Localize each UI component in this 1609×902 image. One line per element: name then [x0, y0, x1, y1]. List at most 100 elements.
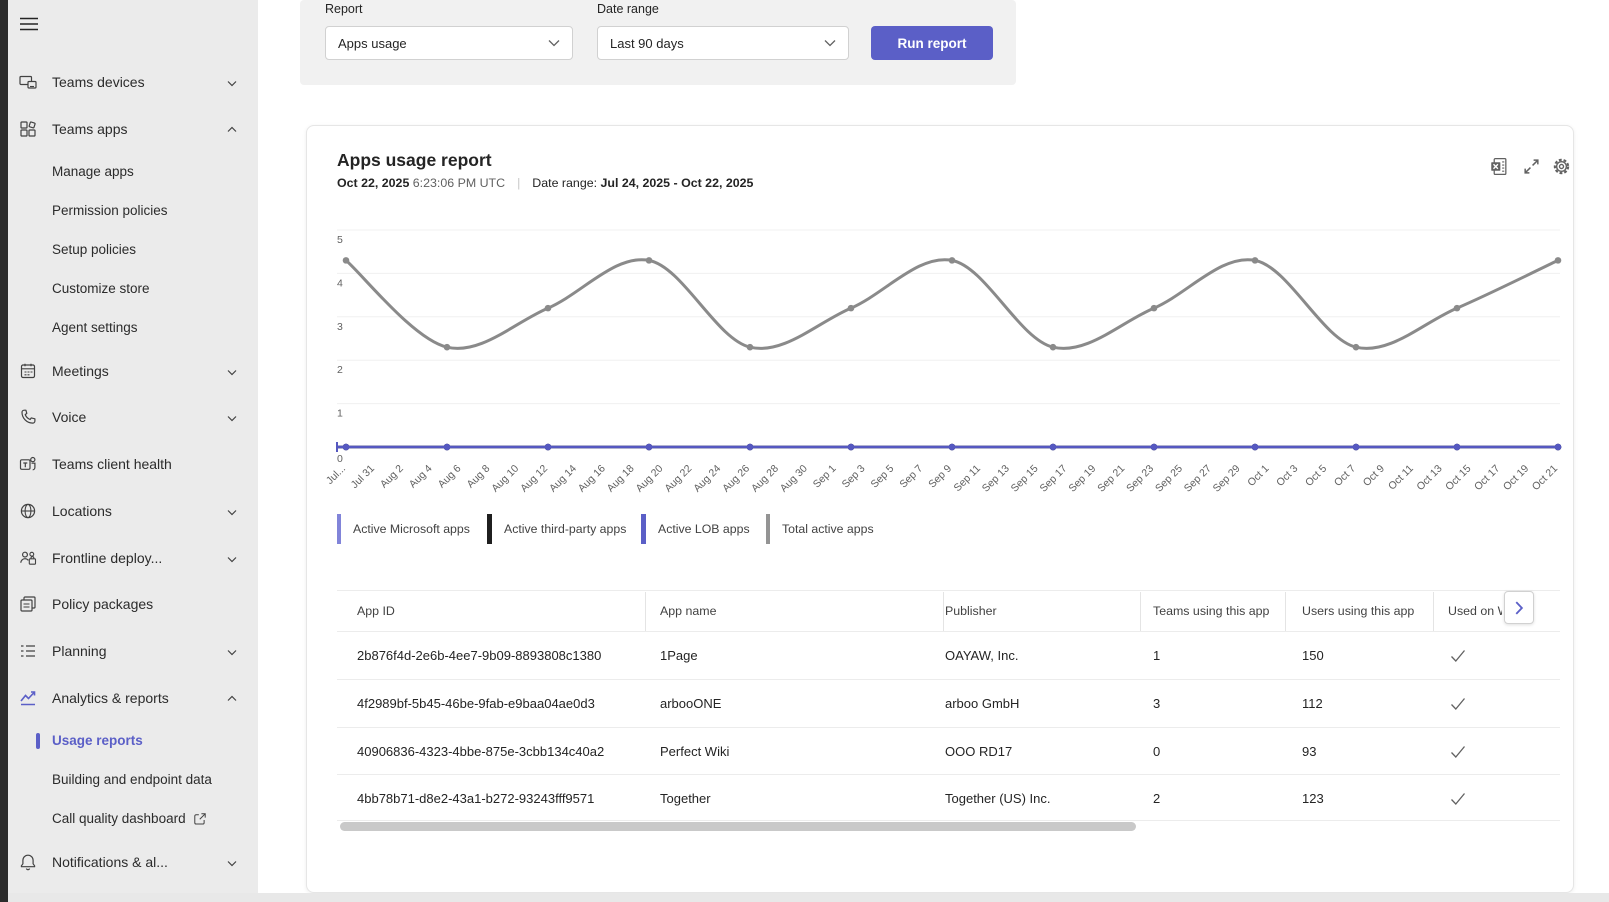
svg-text:Oct 1: Oct 1 [1245, 463, 1271, 489]
svg-text:Sep 21: Sep 21 [1095, 463, 1127, 495]
column-header-publisher[interactable]: Publisher [945, 592, 997, 631]
chevron-up-icon [226, 692, 238, 704]
sidebar-item-locations[interactable]: Locations [8, 491, 258, 531]
legend-item-active-lob-apps[interactable]: Active LOB apps [641, 514, 750, 544]
column-header-users-using[interactable]: Users using this app [1302, 592, 1414, 631]
sidebar-item-label: Teams devices [52, 74, 145, 90]
table-border [337, 820, 1560, 821]
table-border [337, 590, 1560, 591]
sidebar-item-building-endpoint-data[interactable]: Building and endpoint data [8, 760, 258, 799]
run-report-button[interactable]: Run report [871, 26, 993, 60]
legend-marker [641, 514, 646, 544]
expand-button[interactable] [1522, 157, 1541, 176]
sidebar-item-planning[interactable]: Planning [8, 631, 258, 671]
sidebar-item-analytics-reports[interactable]: Analytics & reports [8, 678, 258, 718]
chevron-down-icon [226, 76, 238, 88]
chevron-down-icon [226, 411, 238, 423]
sidebar-item-teams-devices[interactable]: Teams devices [8, 62, 258, 102]
sidebar-item-policy-packages[interactable]: Policy packages [8, 584, 258, 624]
phone-icon [19, 408, 37, 426]
sidebar-item-meetings[interactable]: Meetings [8, 351, 258, 391]
hamburger-menu-button[interactable] [19, 14, 39, 34]
legend-item-active-third-party-apps[interactable]: Active third-party apps [487, 514, 626, 544]
report-meta: Oct 22, 2025 6:23:06 PM UTC | Date range… [337, 176, 753, 190]
sidebar-item-voice[interactable]: Voice [8, 397, 258, 437]
usage-chart: 012345Jul... Jul 31 Aug 2 Aug 4 Aug 6 Aug 8Au… [324, 229, 1562, 495]
checkmark-icon [1450, 649, 1466, 668]
expand-icon [1524, 159, 1539, 174]
svg-text:Sep 1: Sep 1 [811, 463, 839, 491]
report-select[interactable]: Apps usage [325, 26, 573, 60]
sidebar-item-notifications[interactable]: Notifications & al... [8, 842, 258, 882]
svg-text:Aug 14: Aug 14 [547, 463, 579, 495]
sidebar-item-manage-apps[interactable]: Manage apps [8, 152, 258, 191]
sidebar-item-customize-store[interactable]: Customize store [8, 269, 258, 308]
column-header-teams-using[interactable]: Teams using this app [1153, 592, 1269, 631]
svg-text:Sep 27: Sep 27 [1182, 463, 1214, 495]
sidebar-item-permission-policies[interactable]: Permission policies [8, 191, 258, 230]
date-range-field-label: Date range [597, 2, 659, 16]
svg-text:Aug 20: Aug 20 [634, 463, 666, 495]
svg-text:1: 1 [337, 408, 343, 420]
chevron-down-icon [226, 365, 238, 377]
svg-text:Aug 28: Aug 28 [749, 463, 781, 495]
table-row[interactable]: 4f2989bf-5b45-46be-9fab-e9baa04ae0d3 arb… [337, 680, 1560, 727]
svg-text:Oct 15: Oct 15 [1443, 463, 1473, 493]
svg-text:Aug 24: Aug 24 [691, 463, 723, 495]
generated-time: 6:23:06 PM UTC [409, 176, 506, 190]
bottom-band [8, 893, 1609, 902]
svg-text:Sep 29: Sep 29 [1211, 463, 1243, 495]
svg-text:Aug 26: Aug 26 [720, 463, 752, 495]
svg-text:Aug 22: Aug 22 [662, 463, 694, 495]
list-icon [19, 642, 37, 660]
table-row[interactable]: 2b876f4d-2e6b-4ee7-9b09-8893808c1380 1Pa… [337, 632, 1560, 679]
excel-export-button[interactable] [1490, 157, 1509, 176]
hamburger-icon [20, 17, 38, 31]
sidebar-item-frontline-deployment[interactable]: Frontline deploy... [8, 538, 258, 578]
chevron-down-icon [226, 856, 238, 868]
svg-text:3: 3 [337, 321, 343, 333]
date-range-select[interactable]: Last 90 days [597, 26, 849, 60]
svg-text:Oct 7: Oct 7 [1332, 463, 1358, 489]
chevron-up-icon [226, 123, 238, 135]
table-row[interactable]: 4bb78b71-d8e2-43a1-b272-93243fff9571 Tog… [337, 775, 1560, 822]
column-header-app-name[interactable]: App name [660, 592, 716, 631]
settings-button[interactable] [1552, 157, 1571, 176]
chevron-down-icon [226, 552, 238, 564]
chevron-down-icon [226, 505, 238, 517]
sidebar-item-label: Teams apps [52, 121, 128, 137]
svg-text:Oct 9: Oct 9 [1361, 463, 1387, 489]
svg-text:Sep 9: Sep 9 [926, 463, 954, 491]
column-divider [1140, 592, 1141, 631]
sidebar-item-usage-reports[interactable]: Usage reports [8, 721, 258, 760]
svg-text:Sep 7: Sep 7 [897, 463, 925, 491]
sidebar-item-teams-apps[interactable]: Teams apps [8, 109, 258, 149]
sidebar-item-agent-settings[interactable]: Agent settings [8, 308, 258, 347]
devices-icon [19, 73, 37, 91]
left-rail [0, 0, 8, 902]
scroll-columns-right-button[interactable] [1504, 591, 1534, 624]
external-link-icon [193, 812, 207, 826]
report-title: Apps usage report [337, 150, 492, 170]
table-row[interactable]: 40906836-4323-4bbe-875e-3cbb134c40a2 Per… [337, 728, 1560, 775]
svg-text:Oct 11: Oct 11 [1386, 463, 1416, 493]
column-header-app-id[interactable]: App ID [357, 592, 395, 631]
teams-icon [19, 455, 37, 473]
svg-text:Aug 16: Aug 16 [576, 463, 608, 495]
legend-item-total-active-apps[interactable]: Total active apps [766, 514, 874, 544]
column-divider [645, 592, 646, 631]
legend-item-active-microsoft-apps[interactable]: Active Microsoft apps [337, 514, 470, 544]
apps-icon [19, 120, 37, 138]
sidebar-item-teams-client-health[interactable]: Teams client health [8, 444, 258, 484]
sidebar-item-call-quality-dashboard[interactable]: Call quality dashboard [8, 799, 258, 838]
chevron-right-icon [1515, 600, 1523, 615]
sidebar-item-setup-policies[interactable]: Setup policies [8, 230, 258, 269]
horizontal-scrollbar[interactable] [340, 822, 1136, 831]
line-chart-icon [19, 689, 37, 707]
svg-text:4: 4 [337, 277, 343, 289]
meta-separator: | [517, 176, 521, 190]
column-header-used-on[interactable]: Used on W [1448, 592, 1502, 631]
svg-text:Sep 3: Sep 3 [840, 463, 868, 491]
legend-marker [487, 514, 492, 544]
svg-text:Aug 10: Aug 10 [489, 463, 521, 495]
